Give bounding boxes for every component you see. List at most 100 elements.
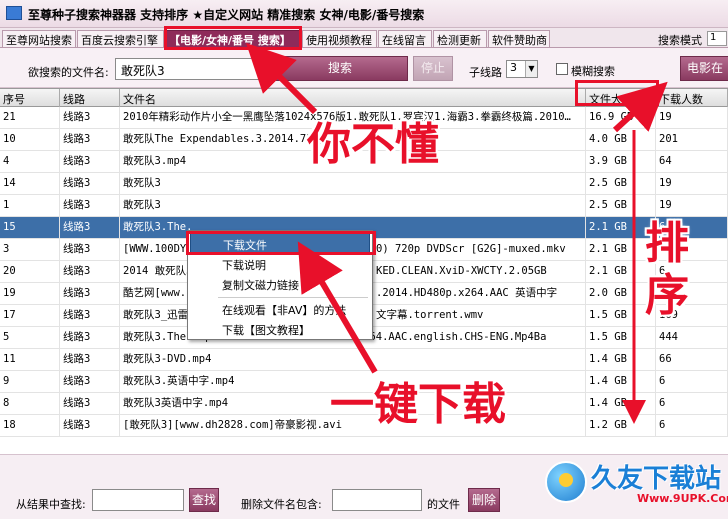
menu-item-tutorial[interactable]: 下载【图文教程】 bbox=[190, 319, 370, 339]
cell-size: 1.4 GB bbox=[586, 371, 656, 393]
cell-downloads: 19 bbox=[656, 195, 728, 217]
annotation-one-click-download: 一键下载 bbox=[330, 379, 506, 430]
delete-input[interactable] bbox=[332, 489, 422, 511]
tab-movie-search[interactable]: 【电影/女神/番号 搜索】 bbox=[165, 30, 301, 47]
cell-size: 2.5 GB bbox=[586, 173, 656, 195]
search-mode-label: 搜索模式 bbox=[658, 34, 702, 47]
cell-downloads: 19 bbox=[656, 173, 728, 195]
cell-num: 4 bbox=[0, 151, 60, 173]
chevron-down-icon: ▼ bbox=[525, 61, 537, 77]
menu-separator bbox=[218, 297, 368, 298]
table-header: 序号 线路 文件名 文件大小 ▼ 下载人数 bbox=[0, 89, 728, 107]
table-row[interactable]: 1 线路3 敢死队3 2.5 GB 19 bbox=[0, 195, 728, 217]
tab-update[interactable]: 检测更新 bbox=[433, 30, 487, 47]
cell-route: 线路3 bbox=[60, 415, 120, 437]
delete-label: 删除文件名包含: bbox=[241, 498, 322, 511]
cell-name-tail: .2014.HD480p.x264.AAC 英语中字 bbox=[376, 287, 558, 299]
annotation-dont-understand: 你不懂 bbox=[307, 119, 439, 170]
cell-route: 线路3 bbox=[60, 327, 120, 349]
app-icon bbox=[6, 6, 22, 20]
cell-route: 线路3 bbox=[60, 283, 120, 305]
cell-num: 15 bbox=[0, 217, 60, 239]
suffix-label: 的文件 bbox=[427, 498, 460, 511]
header-name[interactable]: 文件名 bbox=[120, 89, 586, 107]
cell-num: 20 bbox=[0, 261, 60, 283]
cell-downloads: 6 bbox=[656, 371, 728, 393]
cell-route: 线路3 bbox=[60, 129, 120, 151]
cell-size: 1.4 GB bbox=[586, 349, 656, 371]
route-label: 子线路 bbox=[469, 66, 502, 79]
cell-route: 线路3 bbox=[60, 305, 120, 327]
cell-size: 4.0 GB bbox=[586, 129, 656, 151]
cell-route: 线路3 bbox=[60, 151, 120, 173]
cell-route: 线路3 bbox=[60, 349, 120, 371]
cell-num: 10 bbox=[0, 129, 60, 151]
cell-name: 敢死队3 bbox=[120, 173, 586, 195]
cell-size: 1.2 GB bbox=[586, 415, 656, 437]
annotation-sort: 排序 bbox=[645, 218, 689, 321]
cell-num: 17 bbox=[0, 305, 60, 327]
stop-button[interactable]: 停止 bbox=[413, 56, 453, 81]
header-size[interactable]: 文件大小 ▼ bbox=[586, 89, 656, 107]
fuzzy-search-checkbox[interactable] bbox=[556, 63, 568, 75]
header-size-label: 文件大小 bbox=[589, 93, 633, 106]
cell-downloads: 6 bbox=[656, 393, 728, 415]
route-value: 3 bbox=[510, 61, 517, 74]
search-input[interactable]: 敢死队3 bbox=[115, 58, 265, 80]
cell-route: 线路3 bbox=[60, 261, 120, 283]
tab-baidu-search[interactable]: 百度云搜索引擎 bbox=[77, 30, 164, 47]
header-num[interactable]: 序号 bbox=[0, 89, 60, 107]
cell-num: 14 bbox=[0, 173, 60, 195]
cell-downloads: 201 bbox=[656, 129, 728, 151]
watermark: 久友下载站 Www.9UPK.Com bbox=[545, 458, 728, 513]
menu-item-download-file[interactable]: 下载文件 bbox=[190, 233, 370, 253]
header-downloads[interactable]: 下载人数 bbox=[656, 89, 728, 107]
cell-num: 19 bbox=[0, 283, 60, 305]
cell-downloads: 6 bbox=[656, 415, 728, 437]
header-route[interactable]: 线路 bbox=[60, 89, 120, 107]
cell-downloads: 444 bbox=[656, 327, 728, 349]
menu-item-copy-magnet[interactable]: 复制文磁力链接 bbox=[190, 274, 370, 294]
cell-num: 1 bbox=[0, 195, 60, 217]
fuzzy-search-label: 模糊搜索 bbox=[571, 65, 615, 78]
find-label: 从结果中查找: bbox=[16, 498, 86, 511]
delete-button[interactable]: 删除 bbox=[468, 488, 500, 512]
cell-num: 5 bbox=[0, 327, 60, 349]
cell-num: 21 bbox=[0, 107, 60, 129]
watermark-logo-icon bbox=[545, 461, 587, 503]
cell-downloads: 66 bbox=[656, 349, 728, 371]
cell-route: 线路3 bbox=[60, 393, 120, 415]
cell-size: 1.4 GB bbox=[586, 393, 656, 415]
tab-bar: 至尊网站搜索 百度云搜索引擎 【电影/女神/番号 搜索】 使用视频教程 在线留言… bbox=[0, 28, 728, 48]
menu-item-watch-online[interactable]: 在线观看【非AV】的方法 bbox=[190, 299, 370, 319]
cell-downloads: 64 bbox=[656, 151, 728, 173]
watermark-url: Www.9UPK.Com bbox=[637, 492, 728, 505]
tab-message[interactable]: 在线留言 bbox=[378, 30, 432, 47]
movie-button[interactable]: 电影在 bbox=[680, 56, 728, 81]
cell-num: 8 bbox=[0, 393, 60, 415]
find-button[interactable]: 查找 bbox=[189, 488, 219, 512]
cell-route: 线路3 bbox=[60, 371, 120, 393]
search-panel: 欲搜索的文件名: 敢死队3 搜索 停止 子线路 3 ▼ 模糊搜索 电影在 bbox=[0, 48, 728, 88]
menu-item-download-help[interactable]: 下载说明 bbox=[190, 254, 370, 274]
cell-size: 1.5 GB bbox=[586, 327, 656, 349]
cell-num: 18 bbox=[0, 415, 60, 437]
find-input[interactable] bbox=[92, 489, 184, 511]
cell-size: 2.5 GB bbox=[586, 195, 656, 217]
cell-name: 敢死队3 bbox=[120, 195, 586, 217]
tab-video-tutorial[interactable]: 使用视频教程 bbox=[302, 30, 377, 47]
table-row[interactable]: 14 线路3 敢死队3 2.5 GB 19 bbox=[0, 173, 728, 195]
cell-route: 线路3 bbox=[60, 217, 120, 239]
tab-site-search[interactable]: 至尊网站搜索 bbox=[2, 30, 76, 47]
route-select[interactable]: 3 ▼ bbox=[506, 60, 538, 78]
sort-down-icon: ▼ bbox=[645, 93, 652, 102]
search-button[interactable]: 搜索 bbox=[272, 56, 408, 81]
search-mode-input[interactable]: 1 bbox=[707, 31, 727, 46]
cell-route: 线路3 bbox=[60, 239, 120, 261]
cell-num: 9 bbox=[0, 371, 60, 393]
tab-sponsor[interactable]: 软件赞助商 bbox=[488, 30, 550, 47]
cell-downloads: 19 bbox=[656, 107, 728, 129]
cell-name-tail: 文字幕.torrent.wmv bbox=[376, 309, 484, 321]
cell-route: 线路3 bbox=[60, 107, 120, 129]
cell-num: 3 bbox=[0, 239, 60, 261]
